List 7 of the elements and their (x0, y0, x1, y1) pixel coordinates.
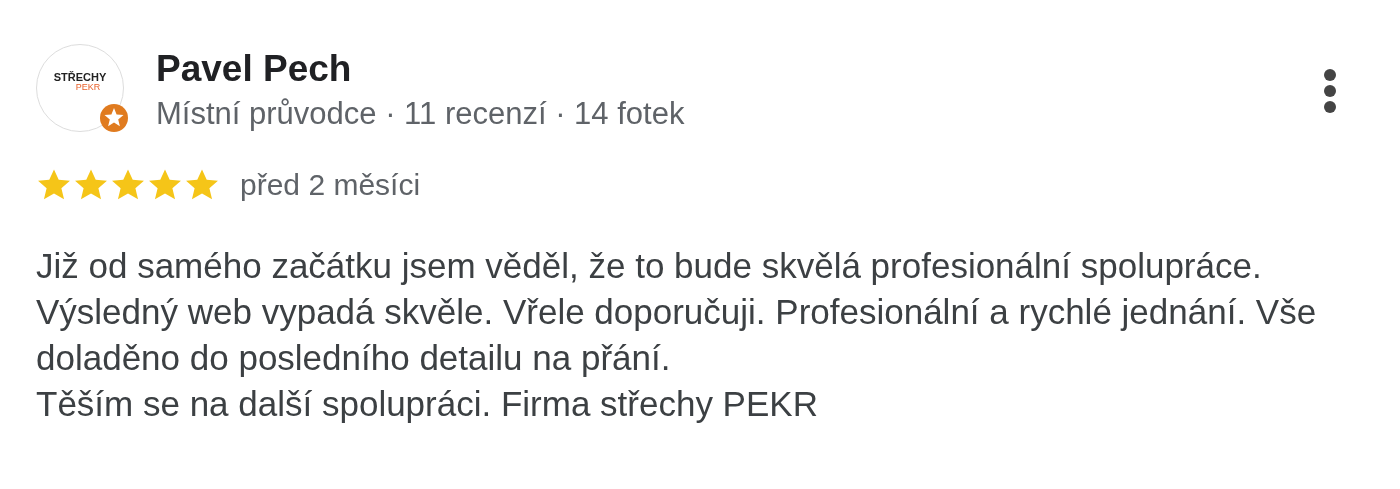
review-text: Těším se na další spolupráci. Firma střechy PEKR (36, 383, 819, 425)
review-time: před 2 měsíci (240, 167, 421, 203)
reviewer-meta: Místní průvodce · 11 recenzí · 14 fotek (156, 95, 685, 133)
avatar-logo-text: STŘECHY (53, 72, 107, 83)
review-text: Již od samého začátku jsem věděl, že to bude skvělá profesionální spolupráce. Výsledný web vypadá skvěle. Vřele doporučuji. Profesionální a rychlé jednání. Vše doladěno do posledního detailu na přání. (36, 245, 1318, 379)
avatar-logo-text: PEKR (75, 83, 101, 92)
reviewer-name[interactable]: Pavel Pech (156, 48, 685, 90)
